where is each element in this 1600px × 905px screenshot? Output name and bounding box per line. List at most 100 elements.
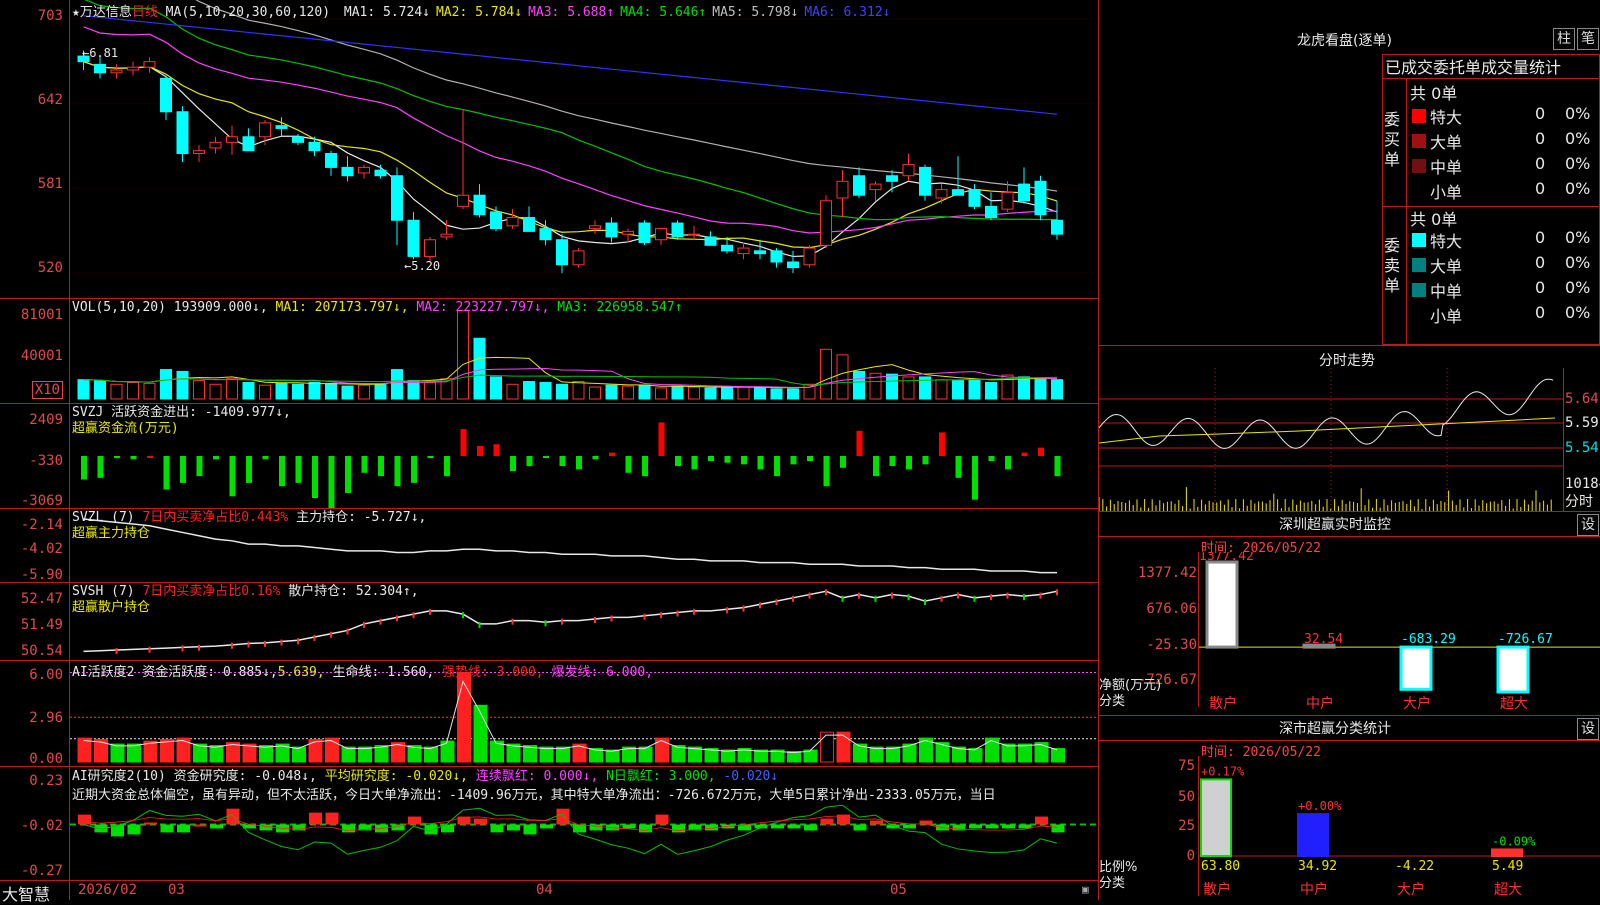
research-bar [903, 824, 916, 829]
volume-bar [523, 381, 535, 400]
volume-bar [968, 379, 981, 400]
fund-flow-bar [790, 456, 797, 465]
research-bar [985, 824, 999, 829]
activity-bar [424, 746, 438, 763]
svsh-header: SVSH (7) 7日内买卖净占比0.16% 散户持仓: 52.304↑, 超赢… [72, 584, 419, 616]
activity-bar [77, 737, 92, 763]
ai2-ytick: -0.27 [20, 863, 63, 879]
fenshi-chart[interactable] [1099, 368, 1563, 511]
candle-body [473, 194, 486, 216]
research-bar [771, 824, 784, 829]
svsh-ratio: 7日内买卖净占比0.16% [142, 584, 281, 599]
fund-flow-bar [262, 456, 269, 460]
classify-bar [1200, 778, 1232, 857]
monitor-bar [1399, 645, 1433, 691]
fund-flow-bar [246, 456, 252, 483]
classify-settings-button[interactable]: 设 [1577, 718, 1599, 740]
research-bar [259, 824, 273, 831]
fund-flow-bar [625, 456, 632, 473]
candle-body [869, 183, 882, 191]
kline-chart[interactable]: ←6.81 ←5.20 [70, 0, 1098, 298]
research-bar [787, 824, 801, 829]
activity-bar [1018, 743, 1032, 763]
research-bar [589, 824, 603, 831]
order-row-name: 大单 [1430, 257, 1463, 276]
ai2-lian: 连续飘红: 0.000↓, [475, 769, 599, 784]
fund-flow-bar [774, 456, 780, 477]
research-bar [853, 824, 867, 831]
vol-label: VOL(5,10,20) 193909.000↓, [72, 300, 268, 315]
activity-bar [539, 746, 554, 763]
xaxis-label: 2026/02 [78, 882, 138, 898]
candle-body [259, 122, 271, 138]
ma-line [83, 61, 1058, 258]
ai2-avg: 平均研究度: -0.020↓, [324, 769, 468, 784]
ai2-ytick: -0.02 [20, 818, 63, 834]
activity-bar [787, 751, 801, 763]
candle-body [226, 136, 238, 143]
stock-name[interactable]: ★万达信息 [72, 5, 132, 20]
ma-value: MA3: 5.688↑ [528, 5, 615, 20]
svzj-sub: 超赢资金流(万元) [72, 421, 179, 436]
fenshi-ytick: 5.54 [1565, 440, 1599, 456]
tab-zhu[interactable]: 柱 [1553, 28, 1575, 50]
candle-body [589, 225, 601, 230]
volume-bar [952, 380, 964, 400]
activity-bar [886, 746, 900, 763]
activity-bar [985, 737, 999, 763]
activity-bar [638, 746, 653, 763]
lock-icon[interactable]: ▣ [1082, 883, 1089, 896]
fund-flow-bar [213, 456, 219, 460]
fund-flow-bar [1054, 456, 1061, 477]
order-row-v: 0 [1535, 253, 1546, 272]
buy-side-label: 委买单 [1384, 110, 1401, 169]
legend-swatch [1412, 258, 1426, 272]
volume-bar [143, 382, 156, 400]
volume-bar [506, 383, 519, 400]
candle-body [143, 61, 156, 68]
activity-bar [209, 745, 224, 763]
fund-flow-bar [361, 456, 368, 473]
svsh-ytick: 50.54 [20, 643, 63, 659]
volume-bar [374, 383, 387, 400]
volume-bar [259, 384, 271, 400]
tab-bi[interactable]: 笔 [1577, 28, 1599, 50]
candle-body [523, 216, 535, 232]
monitor-chart[interactable]: 1377.42 散户 32.54 中户 -683.29 大户 -726.67 超大 [1199, 552, 1600, 715]
activity-bar [968, 748, 983, 763]
classify-bar [1297, 813, 1329, 857]
legend-swatch [1412, 308, 1426, 322]
volume-bar [605, 384, 618, 400]
fund-flow-bar [658, 422, 665, 456]
research-bar [490, 824, 504, 833]
volume-bar [358, 384, 370, 400]
period-label[interactable]: 日线 [132, 5, 158, 20]
svsh-ytick: 52.47 [20, 591, 63, 607]
candle-body [622, 230, 634, 235]
ma-line [195, 0, 1058, 192]
monitor-bar-category: 大户 [1403, 695, 1431, 712]
volume-bar [77, 379, 90, 400]
vol-ma1: MA1: 207173.797↓, [275, 300, 409, 315]
svzl-ytick: -4.02 [20, 541, 63, 557]
legend-swatch [1412, 283, 1426, 297]
candle-body [688, 233, 700, 236]
svzl-ratio: 7日内买卖净占比0.443% [142, 510, 289, 525]
monitor-settings-button[interactable]: 设 [1577, 514, 1599, 536]
monitor-bar [1496, 645, 1530, 694]
ai1-y-axis: 6.00 2.96 0.00 [0, 661, 69, 767]
low-note: ←5.20 [404, 259, 440, 273]
ai1-ytick: 2.96 [29, 710, 63, 726]
candle-body [308, 141, 321, 152]
ma-param-label: MA(5,10,20,30,60,120) [165, 5, 331, 20]
volume-bar [176, 370, 189, 400]
classify-ytick: 75 [1178, 758, 1195, 774]
candle-body [160, 77, 172, 113]
classify-chart[interactable]: +0.17% 63.80 散户 +0.00% 34.92 中户 -4.22 大户 -0.09% 5… [1199, 756, 1600, 900]
research-bar [1051, 824, 1065, 833]
volume-bar [985, 381, 997, 400]
activity-bar [325, 737, 339, 763]
candle-body [1051, 219, 1063, 235]
xaxis-label: 05 [890, 882, 907, 898]
ma-value: MA2: 5.784↓ [435, 5, 523, 20]
